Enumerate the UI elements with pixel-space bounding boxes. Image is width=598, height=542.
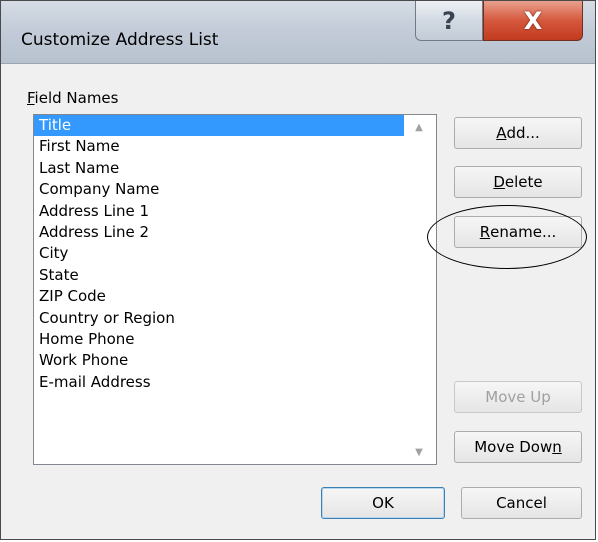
delete-button[interactable]: Delete [454,166,582,198]
list-item[interactable]: Company Name [34,179,404,200]
customize-address-list-dialog: Customize Address List ? X Field Names T… [0,0,596,540]
list-item[interactable]: First Name [34,136,404,157]
scroll-up-arrow-icon[interactable]: ▲ [404,117,434,137]
list-item[interactable]: Home Phone [34,329,404,350]
list-item[interactable]: State [34,265,404,286]
move-up-button[interactable]: Move Up [454,381,582,413]
list-item[interactable]: Work Phone [34,350,404,371]
title-bar: Customize Address List ? X [1,1,595,64]
close-button[interactable]: X [483,1,583,41]
move-down-button[interactable]: Move Dow n [454,431,582,463]
add-button[interactable]: Add... [454,117,582,149]
list-item[interactable]: E-mail Address [34,372,404,393]
ok-button[interactable]: OK [321,487,445,519]
list-item[interactable]: Country or Region [34,308,404,329]
list-item[interactable]: City [34,243,404,264]
list-item[interactable]: Address Line 2 [34,222,404,243]
close-icon: X [523,6,543,35]
scroll-down-arrow-icon[interactable]: ▼ [404,442,434,462]
field-names-listbox[interactable]: Title First Name Last Name Company Name … [33,114,437,465]
field-names-label: Field Names [27,89,119,107]
list-item[interactable]: Last Name [34,158,404,179]
dialog-title: Customize Address List [21,30,219,50]
rename-button[interactable]: Rename... [454,216,582,248]
help-icon: ? [442,6,456,35]
cancel-button[interactable]: Cancel [461,487,582,519]
list-item[interactable]: ZIP Code [34,286,404,307]
list-item[interactable]: Address Line 1 [34,201,404,222]
help-button[interactable]: ? [415,1,483,41]
list-item[interactable]: Title [34,115,404,137]
